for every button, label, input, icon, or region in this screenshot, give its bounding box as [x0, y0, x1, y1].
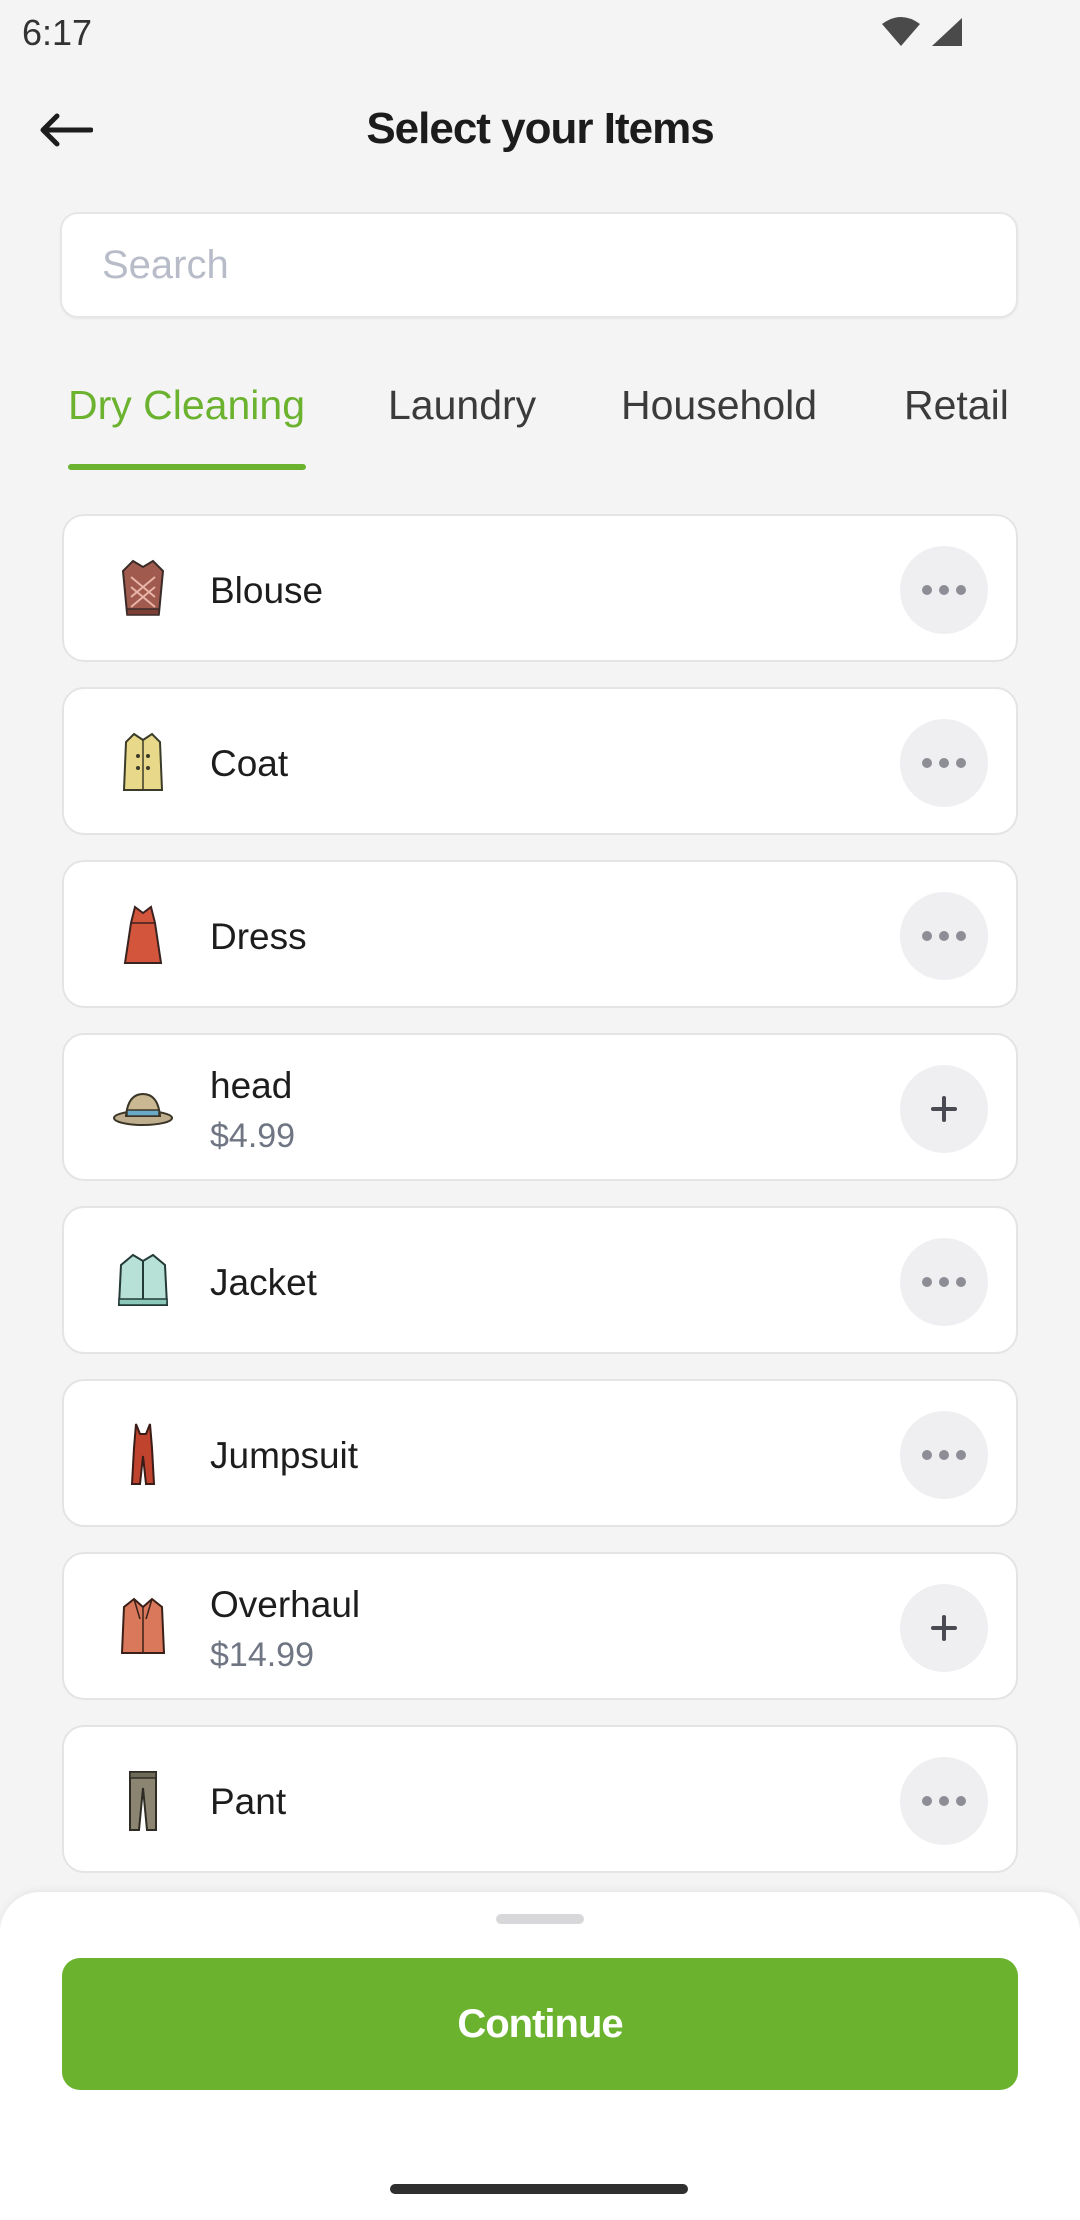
- item-name: Jacket: [210, 1262, 317, 1303]
- tab-laundry[interactable]: Laundry: [388, 382, 536, 429]
- list-item[interactable]: Overhaul $14.99: [62, 1552, 1018, 1700]
- item-price: $14.99: [210, 1636, 314, 1674]
- more-options-button[interactable]: [900, 1411, 988, 1499]
- item-price: $4.99: [210, 1117, 296, 1155]
- tab-household[interactable]: Household: [621, 382, 817, 429]
- wifi-icon: [882, 17, 920, 46]
- add-item-button[interactable]: [900, 1065, 988, 1153]
- more-options-button[interactable]: [900, 1757, 988, 1845]
- dress-icon: [106, 898, 180, 972]
- search-box: [60, 212, 1018, 318]
- item-name: Dress: [210, 916, 307, 957]
- active-tab-indicator: [68, 464, 306, 470]
- category-tabs: Dry Cleaning Laundry Household Retail: [0, 370, 1080, 470]
- status-bar: 6:17: [0, 0, 1080, 64]
- more-options-button[interactable]: [900, 719, 988, 807]
- search-input[interactable]: [62, 214, 1016, 316]
- page-title: Select your Items: [366, 104, 714, 153]
- more-options-button[interactable]: [900, 546, 988, 634]
- list-item[interactable]: Pant: [62, 1725, 1018, 1873]
- item-name: head: [210, 1065, 293, 1106]
- header: Select your Items: [0, 90, 1080, 170]
- more-dots-icon: [922, 1450, 966, 1460]
- bottom-sheet: Continue: [0, 1892, 1080, 2220]
- blouse-icon: [106, 552, 180, 626]
- status-time: 6:17: [22, 12, 93, 53]
- pant-icon: [106, 1763, 180, 1837]
- jacket-icon: [106, 1244, 180, 1318]
- more-dots-icon: [922, 1277, 966, 1287]
- continue-button[interactable]: Continue: [62, 1958, 1018, 2090]
- list-item[interactable]: Jumpsuit: [62, 1379, 1018, 1527]
- list-item[interactable]: Coat: [62, 687, 1018, 835]
- plus-icon: [931, 1615, 957, 1641]
- hat-icon: [106, 1071, 180, 1145]
- item-name: Pant: [210, 1781, 287, 1822]
- add-item-button[interactable]: [900, 1584, 988, 1672]
- overcoat-icon: [106, 1590, 180, 1664]
- more-dots-icon: [922, 585, 966, 595]
- home-indicator: [390, 2184, 688, 2194]
- status-icons: [880, 16, 964, 48]
- jumpsuit-icon: [106, 1417, 180, 1491]
- item-name: Coat: [210, 743, 289, 784]
- list-item[interactable]: Dress: [62, 860, 1018, 1008]
- more-options-button[interactable]: [900, 1238, 988, 1326]
- sheet-drag-handle[interactable]: [496, 1914, 584, 1924]
- more-dots-icon: [922, 931, 966, 941]
- more-dots-icon: [922, 758, 966, 768]
- more-dots-icon: [922, 1796, 966, 1806]
- coat-icon: [106, 725, 180, 799]
- item-name: Blouse: [210, 570, 324, 611]
- tab-dry-cleaning[interactable]: Dry Cleaning: [68, 382, 305, 429]
- tab-retail[interactable]: Retail: [904, 382, 1009, 429]
- item-name: Overhaul: [210, 1584, 361, 1625]
- more-options-button[interactable]: [900, 892, 988, 980]
- signal-icon: [932, 18, 962, 46]
- list-item[interactable]: head $4.99: [62, 1033, 1018, 1181]
- plus-icon: [931, 1096, 957, 1122]
- item-name: Jumpsuit: [210, 1435, 359, 1476]
- list-item[interactable]: Blouse: [62, 514, 1018, 662]
- list-item[interactable]: Jacket: [62, 1206, 1018, 1354]
